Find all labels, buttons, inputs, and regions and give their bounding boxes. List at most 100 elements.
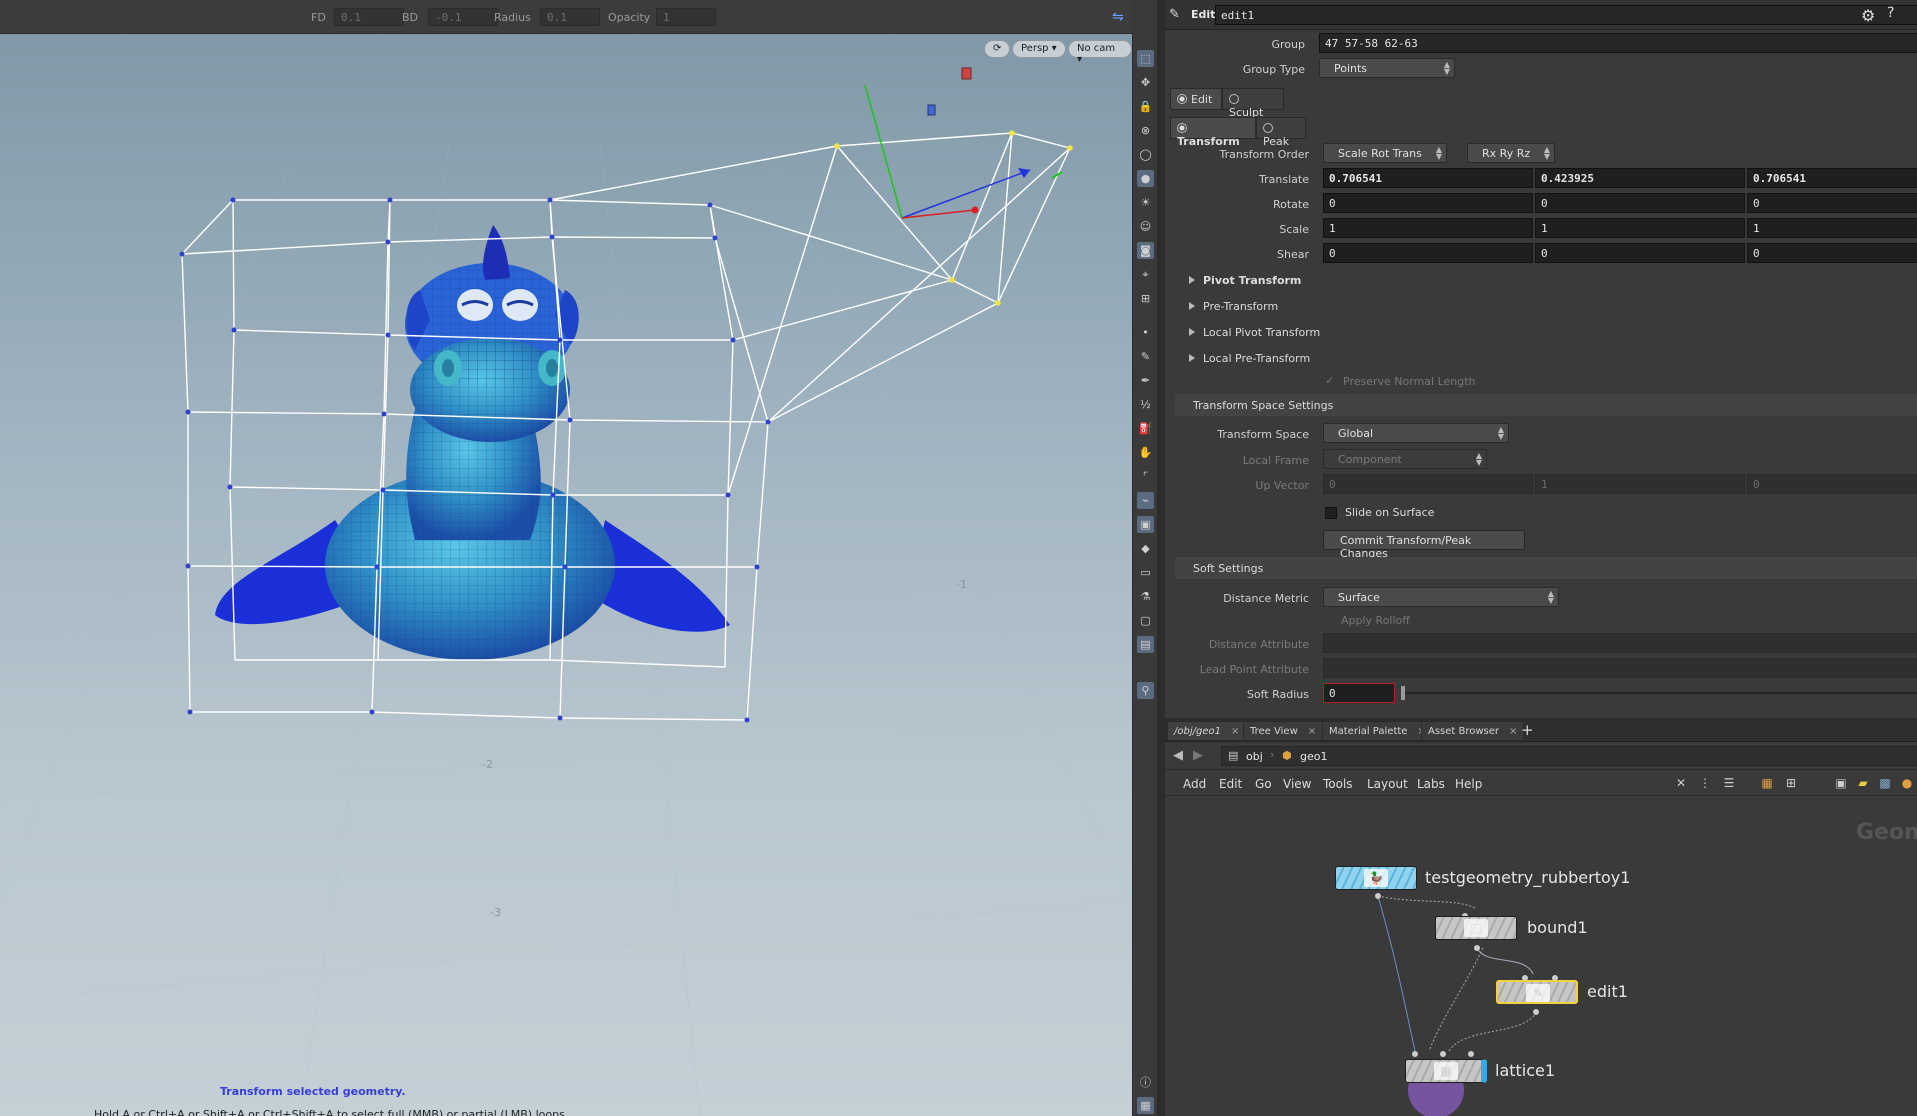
translate-z-field[interactable]: 0.706541: [1747, 168, 1917, 188]
brush-icon[interactable]: ✎: [1137, 348, 1154, 365]
soft-radius-field[interactable]: 0: [1323, 683, 1395, 703]
rotate-order-menu[interactable]: Rx Ry Rz ▲ ▼: [1467, 143, 1555, 163]
rotate-x-field[interactable]: 0: [1323, 193, 1533, 213]
light-icon[interactable]: ☀: [1137, 194, 1154, 211]
dot-network-icon[interactable]: ●: [1899, 775, 1915, 791]
image-icon[interactable]: ▩: [1877, 775, 1893, 791]
rotate-z-field[interactable]: 0: [1747, 193, 1917, 213]
lock-camera-icon[interactable]: ⟳: [984, 40, 1011, 58]
slide-on-surface-checkbox[interactable]: [1325, 507, 1337, 519]
distance-attribute-field[interactable]: [1323, 633, 1917, 653]
path-obj[interactable]: obj: [1246, 750, 1263, 763]
scale-x-field[interactable]: 1: [1323, 218, 1533, 238]
menu-help[interactable]: Help: [1455, 777, 1482, 791]
up-vector-y-field[interactable]: 1: [1535, 474, 1745, 494]
tab-material-palette[interactable]: Material Palette×: [1322, 721, 1433, 741]
info-icon[interactable]: ⓘ: [1137, 1074, 1154, 1091]
translate-x-field[interactable]: 0.706541: [1323, 168, 1533, 188]
folder-pre-transform[interactable]: Pre-Transform: [1189, 300, 1278, 320]
radius-field[interactable]: 0.1: [540, 8, 600, 26]
diamond-icon[interactable]: ◆: [1137, 540, 1154, 557]
preserve-normal-label[interactable]: Preserve Normal Length: [1343, 375, 1476, 388]
tab-peak[interactable]: Peak: [1256, 117, 1306, 148]
pin-icon[interactable]: ⚲: [1137, 682, 1154, 699]
menu-labs[interactable]: Labs: [1417, 777, 1445, 791]
folder-local-pivot-transform[interactable]: Local Pivot Transform: [1189, 326, 1320, 346]
node-name-field[interactable]: edit1: [1215, 5, 1917, 25]
up-vector-z-field[interactable]: 0: [1747, 474, 1917, 494]
folder-pivot-transform[interactable]: Pivot Transform: [1189, 274, 1301, 294]
transform-space-menu[interactable]: Global ▲ ▼: [1323, 423, 1509, 443]
apply-rolloff-label[interactable]: Apply Rolloff: [1341, 614, 1410, 627]
square-icon[interactable]: ▢: [1137, 612, 1154, 629]
menu-layout[interactable]: Layout: [1367, 777, 1408, 791]
node-lattice[interactable]: ▦: [1405, 1059, 1487, 1083]
add-tab-icon[interactable]: +: [1521, 721, 1534, 739]
camera-icon[interactable]: ◙: [1137, 242, 1154, 259]
corner-icon[interactable]: ⌜: [1137, 468, 1154, 485]
shear-z-field[interactable]: 0: [1747, 243, 1917, 263]
node-label-lattice[interactable]: lattice1: [1495, 1061, 1555, 1080]
pick-icon[interactable]: ⊗: [1137, 122, 1154, 139]
lead-point-attribute-field[interactable]: [1323, 658, 1917, 678]
node-label-bound[interactable]: bound1: [1527, 918, 1588, 937]
tab-sculpt[interactable]: Sculpt: [1222, 88, 1284, 119]
shade-icon[interactable]: ▣: [1137, 516, 1154, 533]
grid-color-icon[interactable]: ▦: [1759, 775, 1775, 791]
dot-icon[interactable]: •: [1137, 324, 1154, 341]
display-icon[interactable]: ▤: [1137, 636, 1154, 653]
list-icon[interactable]: ☰: [1721, 775, 1737, 791]
sticky-note-icon[interactable]: ▰: [1855, 775, 1871, 791]
network-box-icon[interactable]: ▣: [1833, 775, 1849, 791]
point-select-icon[interactable]: ●: [1137, 170, 1154, 187]
folder-local-pre-transform[interactable]: Local Pre-Transform: [1189, 352, 1310, 372]
fd-field[interactable]: 0.1: [334, 8, 404, 26]
number-icon[interactable]: ½: [1137, 396, 1154, 413]
node-label-testgeometry[interactable]: testgeometry_rubbertoy1: [1425, 868, 1630, 887]
back-arrow-icon[interactable]: ◀: [1173, 748, 1183, 763]
path-field[interactable]: ▤ obj › ⬢ geo1: [1221, 746, 1917, 766]
circle-icon[interactable]: ◯: [1137, 146, 1154, 163]
eyedrop-icon[interactable]: ⚗: [1137, 588, 1154, 605]
shear-x-field[interactable]: 0: [1323, 243, 1533, 263]
transform-tool-icon[interactable]: ✥: [1137, 74, 1154, 91]
help-icon[interactable]: ?: [1887, 5, 1894, 21]
up-vector-x-field[interactable]: 0: [1323, 474, 1533, 494]
translate-y-field[interactable]: 0.423925: [1535, 168, 1745, 188]
tab-transform[interactable]: Transform: [1170, 117, 1256, 148]
opacity-field[interactable]: 1: [656, 8, 716, 26]
shear-y-field[interactable]: 0: [1535, 243, 1745, 263]
gear-icon[interactable]: ⚙: [1861, 6, 1875, 25]
menu-go[interactable]: Go: [1255, 777, 1272, 791]
select-tool-icon[interactable]: ⬚: [1137, 50, 1154, 67]
persp-menu[interactable]: Persp ▾: [1012, 40, 1066, 58]
tab-obj-geo1[interactable]: /obj/geo1 ×: [1167, 721, 1247, 741]
tab-edit[interactable]: Edit: [1170, 88, 1222, 110]
commit-button[interactable]: Commit Transform/Peak Changes: [1323, 530, 1525, 560]
tab-asset-browser[interactable]: Asset Browser ×: [1421, 721, 1525, 741]
wire-icon[interactable]: ⌁: [1137, 492, 1154, 509]
distance-metric-menu[interactable]: Surface ▲ ▼: [1323, 587, 1559, 607]
wrench-icon[interactable]: ✕: [1673, 775, 1689, 791]
tab-tree-view[interactable]: Tree View ×: [1243, 721, 1324, 741]
tree-icon[interactable]: ⋮: [1697, 775, 1713, 791]
grid-icon[interactable]: ▦: [1137, 1097, 1154, 1114]
ghost-icon[interactable]: ☺: [1137, 218, 1154, 235]
node-testgeometry[interactable]: 🦆: [1335, 866, 1417, 890]
menu-add[interactable]: Add: [1183, 777, 1206, 791]
scale-y-field[interactable]: 1: [1535, 218, 1745, 238]
node-bound[interactable]: ⬚: [1435, 916, 1517, 940]
node-edit[interactable]: ✎: [1496, 980, 1578, 1004]
scene-viewport[interactable]: FD 0.1 BD -0.1 Radius 0.1 Opacity 1 ⇋ ?: [0, 0, 1132, 1116]
group-field[interactable]: 47 57-58 62-63: [1319, 33, 1917, 53]
node-label-edit[interactable]: edit1: [1587, 982, 1628, 1001]
layout-grid-icon[interactable]: ⊞: [1783, 775, 1799, 791]
sculpt-icon[interactable]: ✋: [1137, 444, 1154, 461]
lock-icon[interactable]: 🔒: [1137, 98, 1154, 115]
grid-snap-icon[interactable]: ⊞: [1137, 290, 1154, 307]
display-options-icon[interactable]: ⇋: [1112, 9, 1124, 25]
screen-icon[interactable]: ▭: [1137, 564, 1154, 581]
pane-divider[interactable]: [1157, 0, 1165, 1116]
scale-z-field[interactable]: 1: [1747, 218, 1917, 238]
forward-arrow-icon[interactable]: ▶: [1193, 748, 1203, 763]
